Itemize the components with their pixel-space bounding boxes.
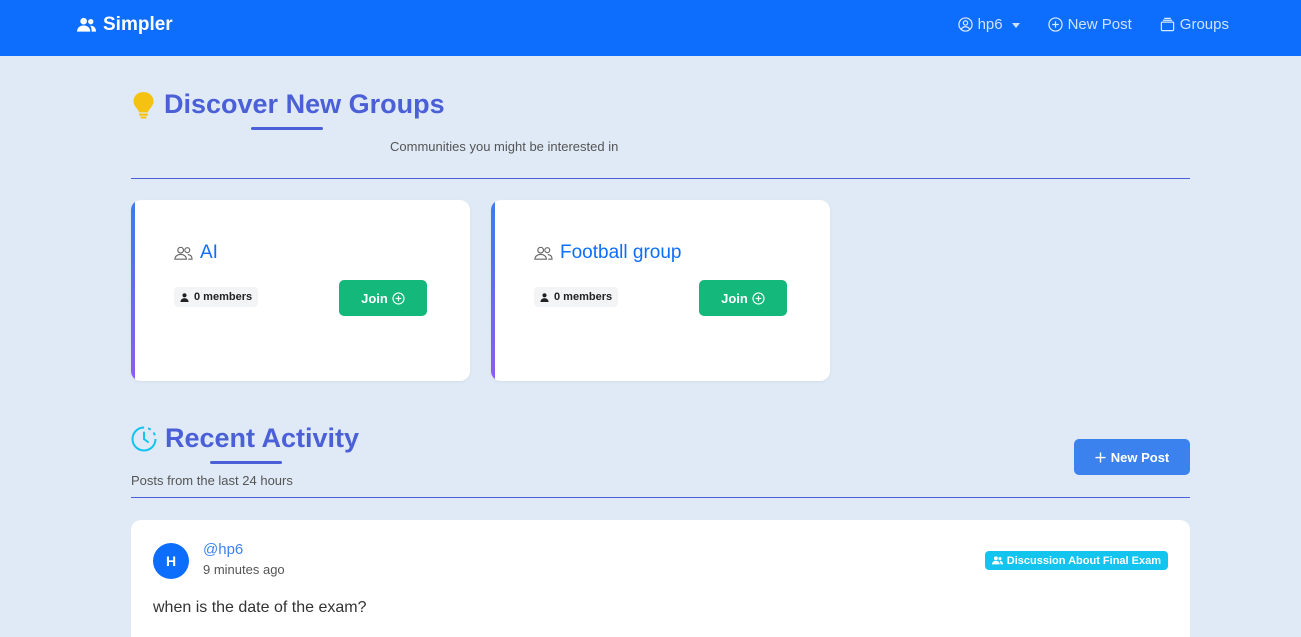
join-label: Join	[361, 290, 388, 306]
users-icon	[991, 556, 1003, 565]
user-circle-icon	[957, 17, 973, 32]
plus-circle-icon	[392, 291, 405, 305]
join-button[interactable]: Join	[339, 280, 427, 316]
group-name: AI	[200, 242, 218, 263]
clock-icon	[131, 426, 157, 451]
caret-down-icon	[1011, 22, 1020, 28]
post-content: when is the date of the exam?	[153, 599, 367, 616]
user-name: hp6	[977, 16, 1003, 33]
recent-subtitle: Posts from the last 24 hours	[131, 473, 293, 488]
avatar[interactable]: H	[153, 543, 189, 579]
people-icon	[534, 246, 553, 260]
recent-title-text: Recent Activity	[165, 423, 360, 453]
brand-name: Simpler	[103, 14, 173, 35]
person-icon	[180, 292, 189, 302]
discover-divider	[131, 178, 1190, 179]
member-count: 0 members	[554, 291, 613, 303]
recent-title: Recent Activity	[131, 423, 359, 454]
nav-groups[interactable]: Groups	[1160, 16, 1229, 33]
group-card: Football group 0 members Join	[491, 200, 830, 381]
post-card: H @hp6 9 minutes ago Discussion About Fi…	[131, 520, 1190, 637]
users-icon	[77, 17, 96, 32]
card-accent-bar	[491, 200, 495, 381]
post-time: 9 minutes ago	[203, 562, 285, 577]
collection-icon	[1160, 17, 1174, 32]
user-dropdown[interactable]: hp6	[957, 16, 1020, 33]
discover-title-text: Discover New Groups	[164, 89, 445, 119]
member-count-badge: 0 members	[174, 287, 259, 307]
group-name-link[interactable]: Football group	[534, 242, 681, 264]
navbar: Simpler hp6 New Post Groups	[0, 0, 1301, 56]
group-card: AI 0 members Join	[131, 200, 470, 381]
nav-groups-label: Groups	[1179, 16, 1229, 33]
discover-title-underline	[251, 127, 323, 130]
plus-icon	[1095, 451, 1106, 463]
member-count-badge: 0 members	[534, 287, 619, 307]
nav-new-post-label: New Post	[1067, 16, 1132, 33]
brand-link[interactable]: Simpler	[77, 14, 173, 36]
post-username[interactable]: @hp6	[203, 541, 243, 558]
lightbulb-icon	[133, 91, 154, 118]
recent-divider	[131, 497, 1190, 498]
discover-title: Discover New Groups	[131, 89, 445, 120]
discover-subtitle: Communities you might be interested in	[390, 139, 619, 154]
member-count: 0 members	[194, 291, 253, 303]
nav-new-post[interactable]: New Post	[1047, 16, 1132, 33]
recent-title-underline	[210, 461, 282, 464]
card-accent-bar	[131, 200, 135, 381]
join-label: Join	[721, 290, 748, 306]
new-post-button[interactable]: New Post	[1074, 439, 1190, 475]
join-button[interactable]: Join	[699, 280, 787, 316]
group-name: Football group	[560, 242, 682, 263]
plus-circle-icon	[1047, 17, 1063, 32]
group-name-link[interactable]: AI	[174, 242, 218, 264]
post-group-badge[interactable]: Discussion About Final Exam	[984, 551, 1168, 570]
new-post-label: New Post	[1110, 449, 1170, 465]
person-icon	[540, 292, 549, 302]
plus-circle-icon	[752, 291, 765, 305]
people-icon	[174, 246, 193, 260]
nav-links: hp6 New Post Groups	[957, 16, 1229, 33]
post-group-name: Discussion About Final Exam	[1006, 554, 1161, 567]
